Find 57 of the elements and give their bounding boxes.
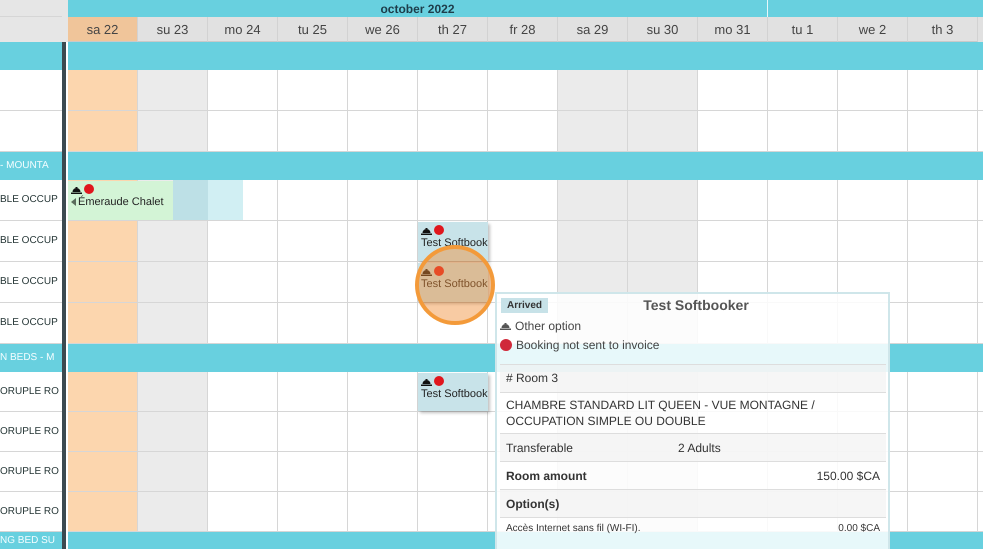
booking-block[interactable]: Test Softbook xyxy=(418,373,488,411)
day-header: th 27 xyxy=(418,17,488,42)
room-name: BLE OCCUP xyxy=(0,235,58,247)
room-name: ORUPLE RO xyxy=(0,386,59,398)
detail-label: # Room 3 xyxy=(506,370,558,387)
day-header: tu 25 xyxy=(278,17,348,42)
day-header: fr 28 xyxy=(488,17,558,42)
day-header: we 26 xyxy=(348,17,418,42)
detail-label: Accès Internet sans fil (WI-FI). xyxy=(506,522,640,536)
popup-title: Test Softbooker xyxy=(642,297,750,313)
booking-name: Test Softbook xyxy=(421,278,488,290)
room-name: BLE OCCUP xyxy=(0,276,58,288)
room-name: ORUPLE RO xyxy=(0,426,59,438)
room-name: BLE OCCUP xyxy=(0,317,58,329)
bell-icon xyxy=(500,321,511,330)
group-name: NG BED SU xyxy=(0,535,56,547)
bell-icon xyxy=(421,226,432,234)
status-dot xyxy=(434,376,444,386)
bell-icon xyxy=(71,184,82,194)
month-header: october 2022 xyxy=(380,2,455,16)
day-header: th 3 xyxy=(908,17,978,42)
caret-icon xyxy=(71,198,76,206)
status-dot xyxy=(434,266,444,276)
status-dot xyxy=(84,184,94,194)
booking-name: Émeraude Chalet xyxy=(78,196,164,208)
booking-name: Test Softbook xyxy=(421,388,488,400)
room-name: ORUPLE RO xyxy=(0,466,59,478)
bell-icon xyxy=(421,376,432,386)
detail-label: Option(s) xyxy=(506,496,560,512)
detail-label: CHAMBRE STANDARD LIT QUEEN - VUE MONTAGNE / OCCUPATION SIMPLE OU DOUBLE xyxy=(506,397,816,430)
status-dot xyxy=(500,338,512,350)
detail-label: Room amount xyxy=(506,468,587,484)
note-text: Booking not sent to invoice xyxy=(516,338,660,352)
bell-icon xyxy=(421,266,432,276)
detail-label: Transferable xyxy=(506,440,574,456)
booking-block[interactable]: Émeraude Chalet xyxy=(68,181,173,220)
detail-value: 0.00 $CA xyxy=(838,522,880,536)
booking-name: Test Softbook xyxy=(421,237,488,249)
status-dot xyxy=(434,225,444,235)
detail-value: 150.00 $CA xyxy=(816,468,880,484)
day-header: mo 24 xyxy=(208,17,278,42)
booking-block[interactable]: Test Softbook xyxy=(418,263,488,302)
day-header: tu 1 xyxy=(768,17,838,42)
detail-value: 2 Adults xyxy=(678,440,722,456)
status-badge: Arrived xyxy=(501,298,548,312)
day-header: sa 22 xyxy=(68,17,138,42)
day-header: su 23 xyxy=(138,17,208,42)
room-name: BLE OCCUP xyxy=(0,194,58,206)
day-header: su 30 xyxy=(628,17,698,42)
booking-block[interactable]: Test Softbook xyxy=(418,222,488,261)
day-header: mo 31 xyxy=(698,17,768,42)
day-header: we 2 xyxy=(838,17,908,42)
group-name: N BEDS - M xyxy=(0,352,54,364)
group-name: - MOUNTA xyxy=(0,160,49,172)
day-header: sa 29 xyxy=(558,17,628,42)
note-text: Other option xyxy=(515,318,582,332)
room-name: ORUPLE RO xyxy=(0,506,59,518)
